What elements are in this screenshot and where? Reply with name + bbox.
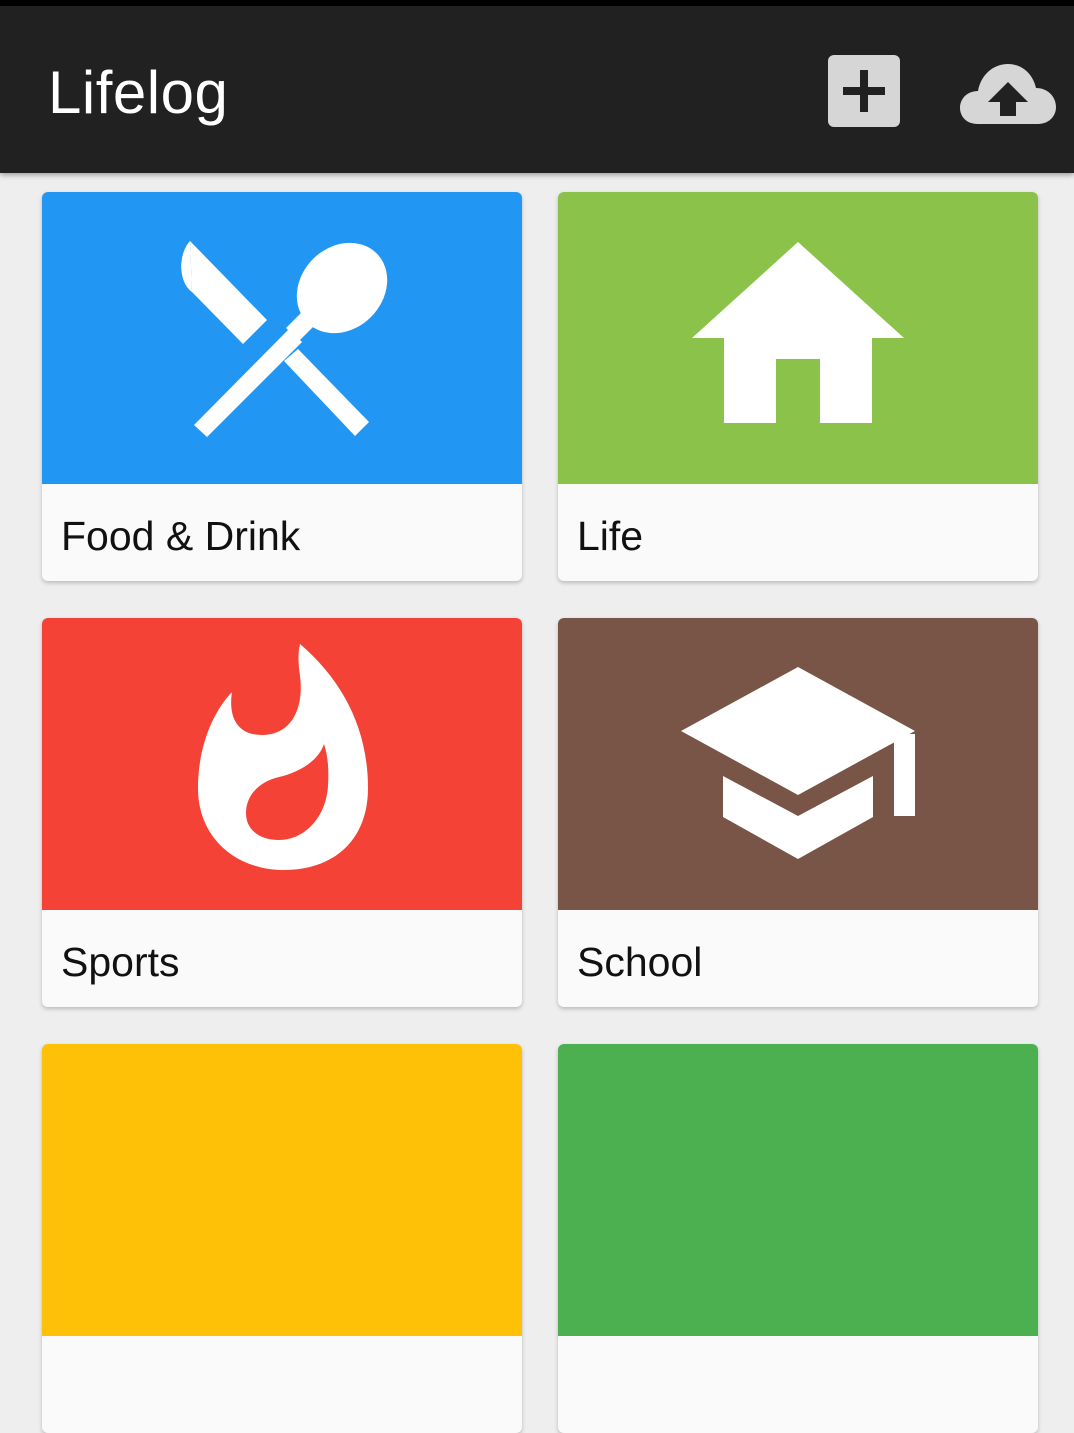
app-bar: Lifelog	[0, 6, 1074, 173]
restaurant-icon	[181, 241, 388, 437]
card-image	[42, 1044, 522, 1336]
category-card-food-drink[interactable]: Food & Drink	[42, 192, 522, 581]
category-label: School	[577, 939, 703, 985]
card-image	[558, 1044, 1038, 1336]
category-grid: Food & Drink Life Sports School	[0, 173, 1074, 1433]
cloud-upload-button[interactable]	[958, 58, 1058, 130]
category-card-sports[interactable]: Sports	[42, 618, 522, 1007]
category-label: Food & Drink	[61, 513, 301, 559]
card-image	[42, 618, 522, 910]
plus-icon	[843, 70, 885, 112]
add-button[interactable]	[828, 55, 900, 127]
category-card[interactable]	[42, 1044, 522, 1433]
card-image	[558, 618, 1038, 910]
app-title: Lifelog	[48, 59, 229, 126]
card-image	[558, 192, 1038, 484]
category-card-school[interactable]: School	[558, 618, 1038, 1007]
cloud-upload-icon	[960, 64, 1056, 124]
category-label: Sports	[61, 939, 180, 985]
category-card[interactable]	[558, 1044, 1038, 1433]
category-label: Life	[577, 513, 644, 559]
home-icon	[692, 242, 904, 423]
graduation-cap-icon	[681, 667, 915, 859]
card-image	[42, 192, 522, 484]
category-card-life[interactable]: Life	[558, 192, 1038, 581]
flame-icon	[198, 644, 368, 870]
